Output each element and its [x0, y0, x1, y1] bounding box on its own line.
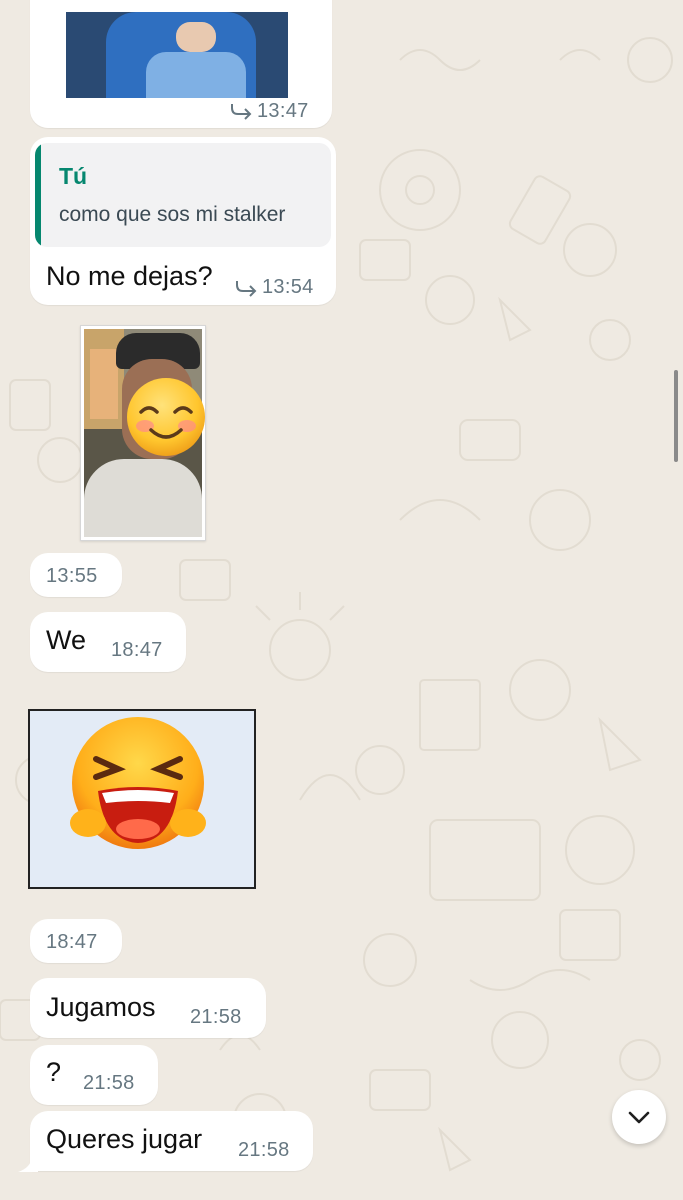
smiling-face-emoji	[127, 378, 205, 456]
message-time: 18:47	[46, 931, 98, 953]
message-time: 21:58	[83, 1072, 135, 1094]
message-text: Jugamos	[46, 992, 156, 1022]
message-time: 21:58	[190, 1006, 242, 1028]
message-time: 18:47	[111, 639, 163, 661]
text-message-bubble[interactable]: Jugamos 21:58	[30, 978, 266, 1038]
image-message-bubble[interactable]: 13:47	[30, 0, 332, 128]
message-text: ?	[46, 1057, 62, 1087]
bubble-tail	[18, 1158, 38, 1172]
message-time: 13:55	[46, 565, 98, 587]
scroll-to-bottom-button[interactable]	[612, 1090, 666, 1144]
timestamp-bubble: 18:47	[30, 919, 122, 963]
quote-text: como que sos mi stalker	[59, 203, 286, 226]
text-message-bubble[interactable]: We 18:47	[30, 612, 186, 672]
chevron-down-icon	[628, 1111, 650, 1124]
message-text: We	[46, 625, 87, 655]
message-list: 13:47 Tú como que sos mi stalker No me d…	[0, 0, 683, 1200]
quoted-message[interactable]: Tú como que sos mi stalker	[35, 143, 331, 247]
sticker-message[interactable]	[28, 709, 256, 889]
message-text: No me dejas?	[46, 261, 213, 291]
laughing-face-sticker	[70, 717, 206, 849]
message-text: Queres jugar	[46, 1124, 203, 1154]
forward-arrow-icon	[231, 104, 252, 120]
text-message-bubble[interactable]: Queres jugar 21:58	[30, 1111, 313, 1171]
forward-arrow-icon	[236, 281, 257, 297]
timestamp-bubble: 13:55	[30, 553, 122, 597]
scrollbar-thumb[interactable]	[674, 370, 678, 462]
message-time: 13:54	[262, 276, 314, 298]
quote-accent-bar	[35, 143, 41, 247]
photo-message[interactable]	[80, 325, 206, 541]
reply-message-bubble[interactable]: Tú como que sos mi stalker No me dejas? …	[30, 137, 336, 305]
text-message-bubble[interactable]: ? 21:58	[30, 1045, 158, 1105]
image-attachment[interactable]	[66, 12, 288, 98]
message-time: 13:47	[257, 100, 309, 122]
quote-author: Tú	[59, 163, 88, 189]
message-time: 21:58	[238, 1139, 290, 1161]
